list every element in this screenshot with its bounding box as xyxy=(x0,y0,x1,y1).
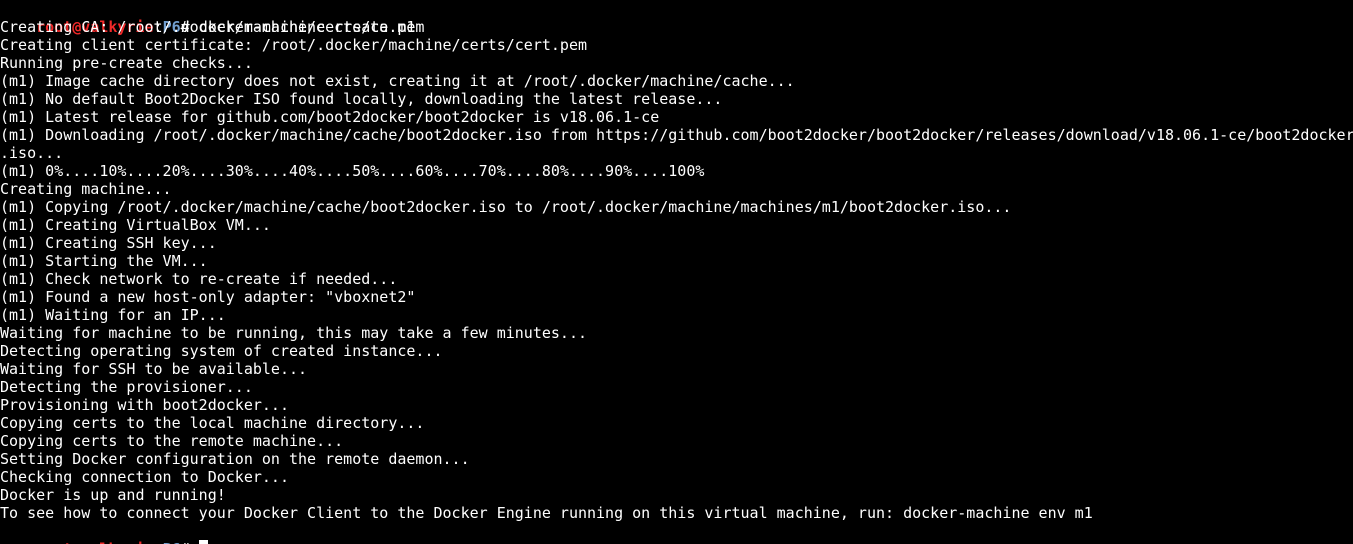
output-line: (m1) 0%....10%....20%....30%....40%....5… xyxy=(0,162,705,180)
output-line: (m1) Downloading /root/.docker/machine/c… xyxy=(0,126,1353,144)
active-prompt-line[interactable]: root@valkyrie:P6# xyxy=(0,522,1353,544)
output-line: Copying certs to the remote machine... xyxy=(0,432,344,450)
output-line: (m1) Starting the VM... xyxy=(0,252,208,270)
output-line: Detecting the provisioner... xyxy=(0,378,253,396)
output-line: (m1) Creating SSH key... xyxy=(0,234,217,252)
output-line: Setting Docker configuration on the remo… xyxy=(0,450,470,468)
text-cursor[interactable] xyxy=(198,540,208,544)
output-line: Docker is up and running! xyxy=(0,486,226,504)
output-line: Waiting for machine to be running, this … xyxy=(0,324,587,342)
output-line: (m1) Latest release for github.com/boot2… xyxy=(0,108,660,126)
output-line: (m1) Waiting for an IP... xyxy=(0,306,226,324)
prompt-symbol: # xyxy=(181,540,199,544)
terminal-window[interactable]: root@valkyrie:P6# docker-machine create … xyxy=(0,0,1353,544)
prompt-path: P6 xyxy=(163,540,181,544)
output-line: Running pre-create checks... xyxy=(0,54,253,72)
output-line: Creating client certificate: /root/.dock… xyxy=(0,36,587,54)
output-line: (m1) Image cache directory does not exis… xyxy=(0,72,795,90)
prompt-user-host: root@valkyrie xyxy=(36,540,153,544)
output-line: (m1) Found a new host-only adapter: "vbo… xyxy=(0,288,416,306)
output-line: Checking connection to Docker... xyxy=(0,468,289,486)
output-line: Provisioning with boot2docker... xyxy=(0,396,289,414)
output-line: Creating machine... xyxy=(0,180,172,198)
output-line: (m1) Check network to re-create if neede… xyxy=(0,270,398,288)
output-line: .iso... xyxy=(0,144,64,162)
output-line: (m1) Creating VirtualBox VM... xyxy=(0,216,271,234)
output-line: To see how to connect your Docker Client… xyxy=(0,504,1093,522)
terminal-output: Creating CA: /root/.docker/machine/certs… xyxy=(0,18,1353,522)
output-line: Detecting operating system of created in… xyxy=(0,342,443,360)
prompt-separator: : xyxy=(154,540,163,544)
output-line: Copying certs to the local machine direc… xyxy=(0,414,425,432)
output-line: Creating CA: /root/.docker/machine/certs… xyxy=(0,18,425,36)
output-line: (m1) Copying /root/.docker/machine/cache… xyxy=(0,198,1012,216)
command-line: root@valkyrie:P6# docker-machine create … xyxy=(0,0,1353,36)
output-line: Waiting for SSH to be available... xyxy=(0,360,308,378)
output-line: (m1) No default Boot2Docker ISO found lo… xyxy=(0,90,723,108)
